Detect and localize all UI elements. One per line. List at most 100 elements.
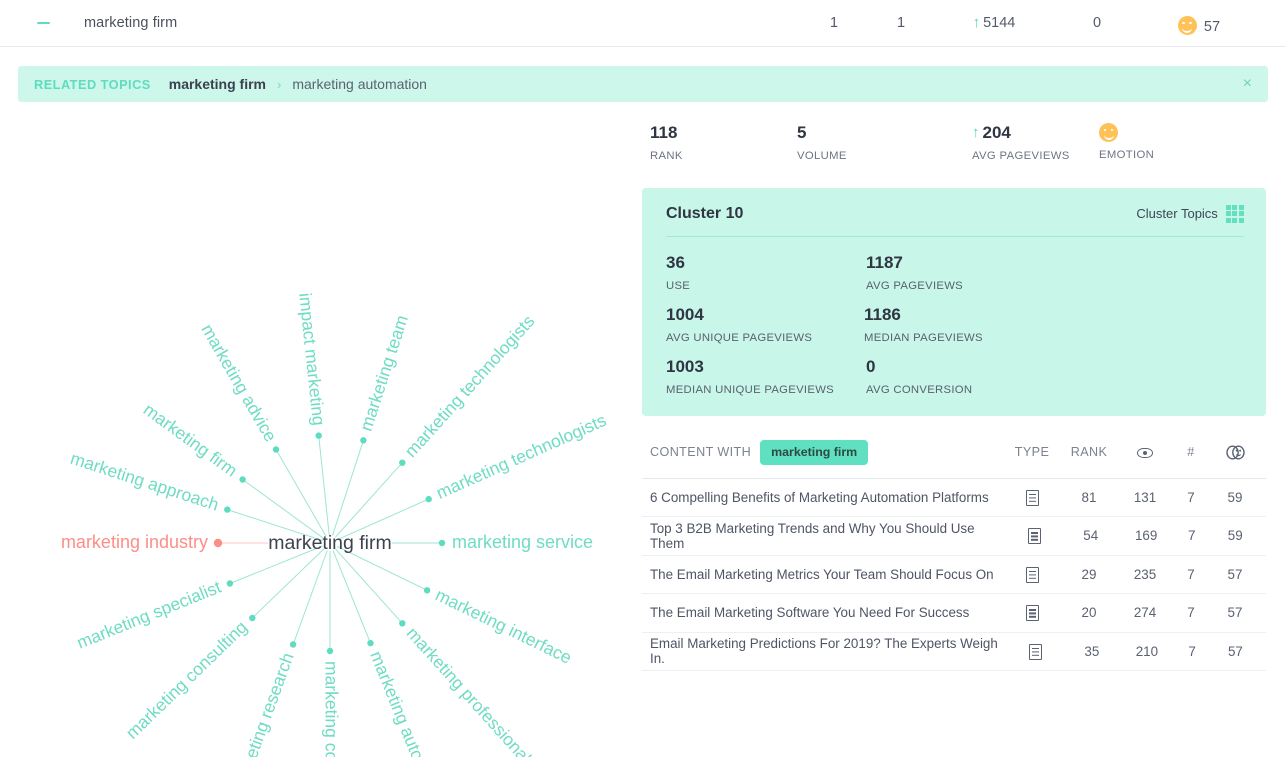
breadcrumb-item-2[interactable]: marketing automation <box>292 76 427 92</box>
graph-spoke-line <box>251 548 325 619</box>
top-bar: marketing firm 1 1 ↑ 5144 0 57 <box>0 0 1286 47</box>
topbar-metric-conversion-value: 0 <box>1092 15 1102 31</box>
minus-icon[interactable] <box>32 12 54 34</box>
graph-node-dot[interactable] <box>213 538 223 548</box>
table-row[interactable]: The Email Marketing Metrics Your Team Sh… <box>642 556 1266 595</box>
topbar-metric-2: 1 <box>868 15 934 31</box>
summary-rank-label: RANK <box>650 149 683 162</box>
graph-node-dot[interactable] <box>272 446 280 453</box>
graph-node-dot[interactable] <box>360 437 367 444</box>
content-emotion: 57 <box>1227 605 1243 621</box>
content-hash: 7 <box>1187 489 1195 505</box>
cluster-card: Cluster 10 Cluster Topics 36 USE 1187 AVG P… <box>642 187 1266 416</box>
graph-node-label[interactable]: marketing team <box>356 313 412 434</box>
topbar-metric-pageviews: ↑ 5144 <box>934 15 1054 31</box>
column-header-hash[interactable]: # <box>1170 445 1212 459</box>
content-hash: 7 <box>1187 566 1195 582</box>
graph-node-dot[interactable] <box>423 587 431 594</box>
cluster-stat-label: MEDIAN PAGEVIEWS <box>864 331 983 344</box>
graph-node-label[interactable]: marketing technologists <box>433 410 609 503</box>
cluster-topics-button[interactable]: Cluster Topics <box>1136 204 1244 223</box>
smiley-icon <box>1177 15 1197 35</box>
content-topic-chip[interactable]: marketing firm <box>760 439 869 465</box>
content-title[interactable]: Top 3 B2B Marketing Trends and Why You S… <box>650 521 1009 551</box>
graph-spoke-line <box>242 479 324 539</box>
graph-node-label[interactable]: marketing interface <box>432 584 575 667</box>
content-title[interactable]: 6 Compelling Benefits of Marketing Autom… <box>650 490 1006 505</box>
graph-node-dot[interactable] <box>399 620 406 627</box>
content-title[interactable]: The Email Marketing Software You Need Fo… <box>650 605 1006 620</box>
document-icon <box>1029 643 1043 660</box>
content-title[interactable]: Email Marketing Predictions For 2019? Th… <box>650 636 1010 666</box>
table-row[interactable]: Email Marketing Predictions For 2019? Th… <box>642 633 1266 672</box>
column-header-emotion[interactable] <box>1212 445 1258 460</box>
table-row[interactable]: 6 Compelling Benefits of Marketing Autom… <box>642 479 1266 518</box>
grid-icon <box>1225 204 1244 223</box>
summary-volume-label: VOLUME <box>797 149 847 162</box>
content-emotion: 59 <box>1227 489 1243 505</box>
graph-node-dot[interactable] <box>239 476 246 483</box>
graph-node-label[interactable]: marketing consulting <box>122 617 251 743</box>
table-row[interactable]: Top 3 B2B Marketing Trends and Why You S… <box>642 517 1266 556</box>
document-icon <box>1025 489 1039 506</box>
content-rank: 81 <box>1081 489 1097 505</box>
summary-volume-value: 5 <box>797 123 807 142</box>
content-views: 274 <box>1133 605 1157 621</box>
cluster-stat-value: 0 <box>866 356 876 376</box>
graph-node-label[interactable]: impact marketing <box>295 292 329 427</box>
graph-node-dot[interactable] <box>226 580 234 587</box>
content-title[interactable]: The Email Marketing Metrics Your Team Sh… <box>650 567 1006 582</box>
content-rank: 54 <box>1083 528 1099 544</box>
details-panel: 118 RANK 5 VOLUME ↑ 204 AVG PAGEVIEWS EM… <box>640 102 1286 757</box>
graph-node-label[interactable]: marketing industry <box>61 532 208 552</box>
graph-node-dot[interactable] <box>289 641 297 648</box>
content-hash: 7 <box>1187 528 1196 544</box>
column-header-rank[interactable]: RANK <box>1058 445 1120 459</box>
topbar-metric-1: 1 <box>800 15 868 31</box>
column-header-views[interactable] <box>1120 445 1170 459</box>
close-icon[interactable]: × <box>1243 76 1252 92</box>
topbar-metric-conversion: 0 <box>1054 15 1140 31</box>
summary-emotion-label: EMOTION <box>1099 149 1155 161</box>
topbar-metrics: 1 1 ↑ 5144 0 57 <box>800 12 1286 35</box>
content-with-label: CONTENT WITH <box>650 445 752 460</box>
document-icon <box>1025 605 1039 622</box>
summary-rank-value: 118 <box>650 123 678 142</box>
cluster-stat-value: 1004 <box>666 304 704 324</box>
cluster-stat-label: USE <box>666 279 691 292</box>
graph-node-label[interactable]: marketing specialist <box>74 577 224 653</box>
graph-node-dot[interactable] <box>438 539 446 547</box>
content-views: 131 <box>1133 489 1157 505</box>
graph-spoke-line <box>292 550 328 645</box>
graph-node-dot[interactable] <box>249 614 256 622</box>
table-row[interactable]: The Email Marketing Software You Need Fo… <box>642 594 1266 633</box>
page-title: marketing firm <box>84 15 178 31</box>
graph-node-label[interactable]: marketing service <box>452 532 593 552</box>
graph-spoke-line <box>332 550 371 644</box>
summary-rank: 118 RANK <box>650 123 797 162</box>
graph-node-dot[interactable] <box>399 459 406 466</box>
summary-metrics: 118 RANK 5 VOLUME ↑ 204 AVG PAGEVIEWS EM… <box>642 123 1266 162</box>
graph-spoke-line <box>275 449 327 537</box>
column-header-type[interactable]: TYPE <box>1006 445 1058 459</box>
topic-radial-graph[interactable]: marketing service marketing technologists… <box>0 102 640 757</box>
cluster-stat: 1187 AVG PAGEVIEWS <box>866 253 1066 292</box>
cluster-stat: 0 AVG CONVERSION <box>866 357 1064 396</box>
content-hash: 7 <box>1188 643 1196 659</box>
graph-node-label[interactable]: marketing consultant <box>321 661 341 757</box>
content-type-cell <box>1006 489 1058 506</box>
graph-node-dot[interactable] <box>367 639 374 647</box>
breadcrumb-item-1[interactable]: marketing firm <box>169 76 266 92</box>
graph-spoke-line <box>335 548 403 624</box>
content-table-body: 6 Compelling Benefits of Marketing Autom… <box>642 479 1266 672</box>
graph-node-label[interactable]: marketing research <box>228 650 298 757</box>
cluster-stat-value: 36 <box>666 252 685 272</box>
graph-node-label[interactable]: marketing advice <box>197 321 280 446</box>
graph-node-dot[interactable] <box>224 506 231 513</box>
eye-icon <box>1137 447 1153 458</box>
graph-node-dot[interactable] <box>326 647 334 655</box>
graph-node-dot[interactable] <box>315 432 322 439</box>
graph-node-label[interactable]: marketing firm <box>140 399 241 480</box>
graph-node-label[interactable]: marketing technologists <box>401 311 539 461</box>
graph-node-dot[interactable] <box>425 495 432 503</box>
